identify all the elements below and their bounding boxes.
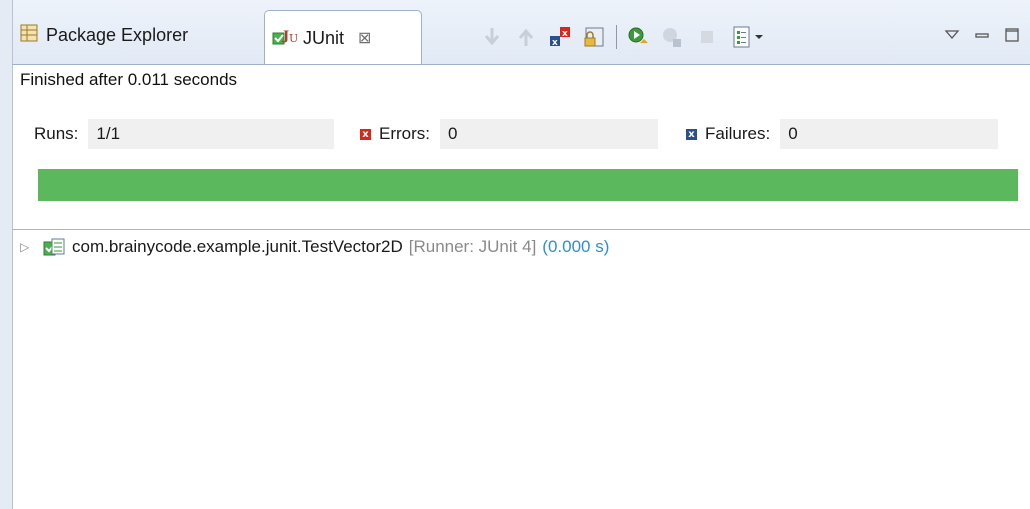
errors-value: 0 <box>440 119 658 149</box>
package-explorer-icon <box>20 24 38 47</box>
errors-label: Errors: <box>379 124 430 143</box>
minimize-icon[interactable] <box>974 27 990 47</box>
test-duration: (0.000 s) <box>542 237 610 256</box>
test-run-history-icon[interactable] <box>724 22 772 52</box>
tab-package-explorer-label: Package Explorer <box>46 24 189 45</box>
error-icon: x <box>360 128 371 140</box>
failure-icon: x <box>686 128 697 140</box>
runs-counter: Runs: 1/1 <box>34 117 335 151</box>
svg-text:U: U <box>289 32 297 45</box>
maximize-icon[interactable] <box>1004 27 1020 48</box>
failures-counter: x Failures: 0 <box>686 117 999 151</box>
stop-test-run-icon[interactable] <box>690 22 724 52</box>
svg-text:x: x <box>562 29 568 39</box>
close-tab-icon[interactable]: ⊠ <box>358 28 371 48</box>
junit-icon: J U <box>271 25 298 52</box>
failures-label: Failures: <box>705 124 771 143</box>
test-progress-bar <box>38 169 1018 201</box>
previous-failure-icon[interactable] <box>509 22 543 52</box>
test-suite-name: com.brainycode.example.junit.TestVector2… <box>72 237 403 256</box>
history-dropdown-icon <box>755 35 763 39</box>
test-suite-tree-item[interactable]: ▷ com.brainycode.example.junit.TestVecto… <box>20 233 609 261</box>
tab-package-explorer[interactable]: Package Explorer <box>20 17 188 53</box>
expand-arrow-icon[interactable]: ▷ <box>20 240 42 254</box>
runs-label: Runs: <box>34 124 79 143</box>
failures-value: 0 <box>780 119 999 149</box>
tab-junit[interactable]: J U JUnit ⊠ <box>264 10 422 65</box>
scroll-lock-icon[interactable] <box>577 22 611 52</box>
show-failures-only-icon[interactable]: x x <box>543 22 577 52</box>
rerun-test-icon[interactable] <box>622 22 656 52</box>
view-menu-icon[interactable] <box>944 27 960 47</box>
rerun-failures-first-icon[interactable] <box>656 22 690 52</box>
tab-junit-label: JUnit <box>303 27 345 48</box>
test-counters: Runs: 1/1 x Errors: 0 x Failures: 0 <box>34 117 1020 151</box>
next-failure-icon[interactable] <box>475 22 509 52</box>
test-runner-label: [Runner: JUnit 4] <box>408 237 537 256</box>
run-status-text: Finished after 0.011 seconds <box>20 70 238 89</box>
test-suite-icon <box>42 236 66 258</box>
junit-toolbar: x x <box>475 22 772 52</box>
svg-text:x: x <box>552 38 558 48</box>
tab-bar-divider <box>12 64 1030 65</box>
window-left-border <box>0 0 13 509</box>
errors-counter: x Errors: 0 <box>360 117 658 151</box>
view-controls <box>944 22 1020 52</box>
runs-value: 1/1 <box>88 119 335 149</box>
results-divider <box>12 229 1030 230</box>
toolbar-separator <box>616 25 617 49</box>
